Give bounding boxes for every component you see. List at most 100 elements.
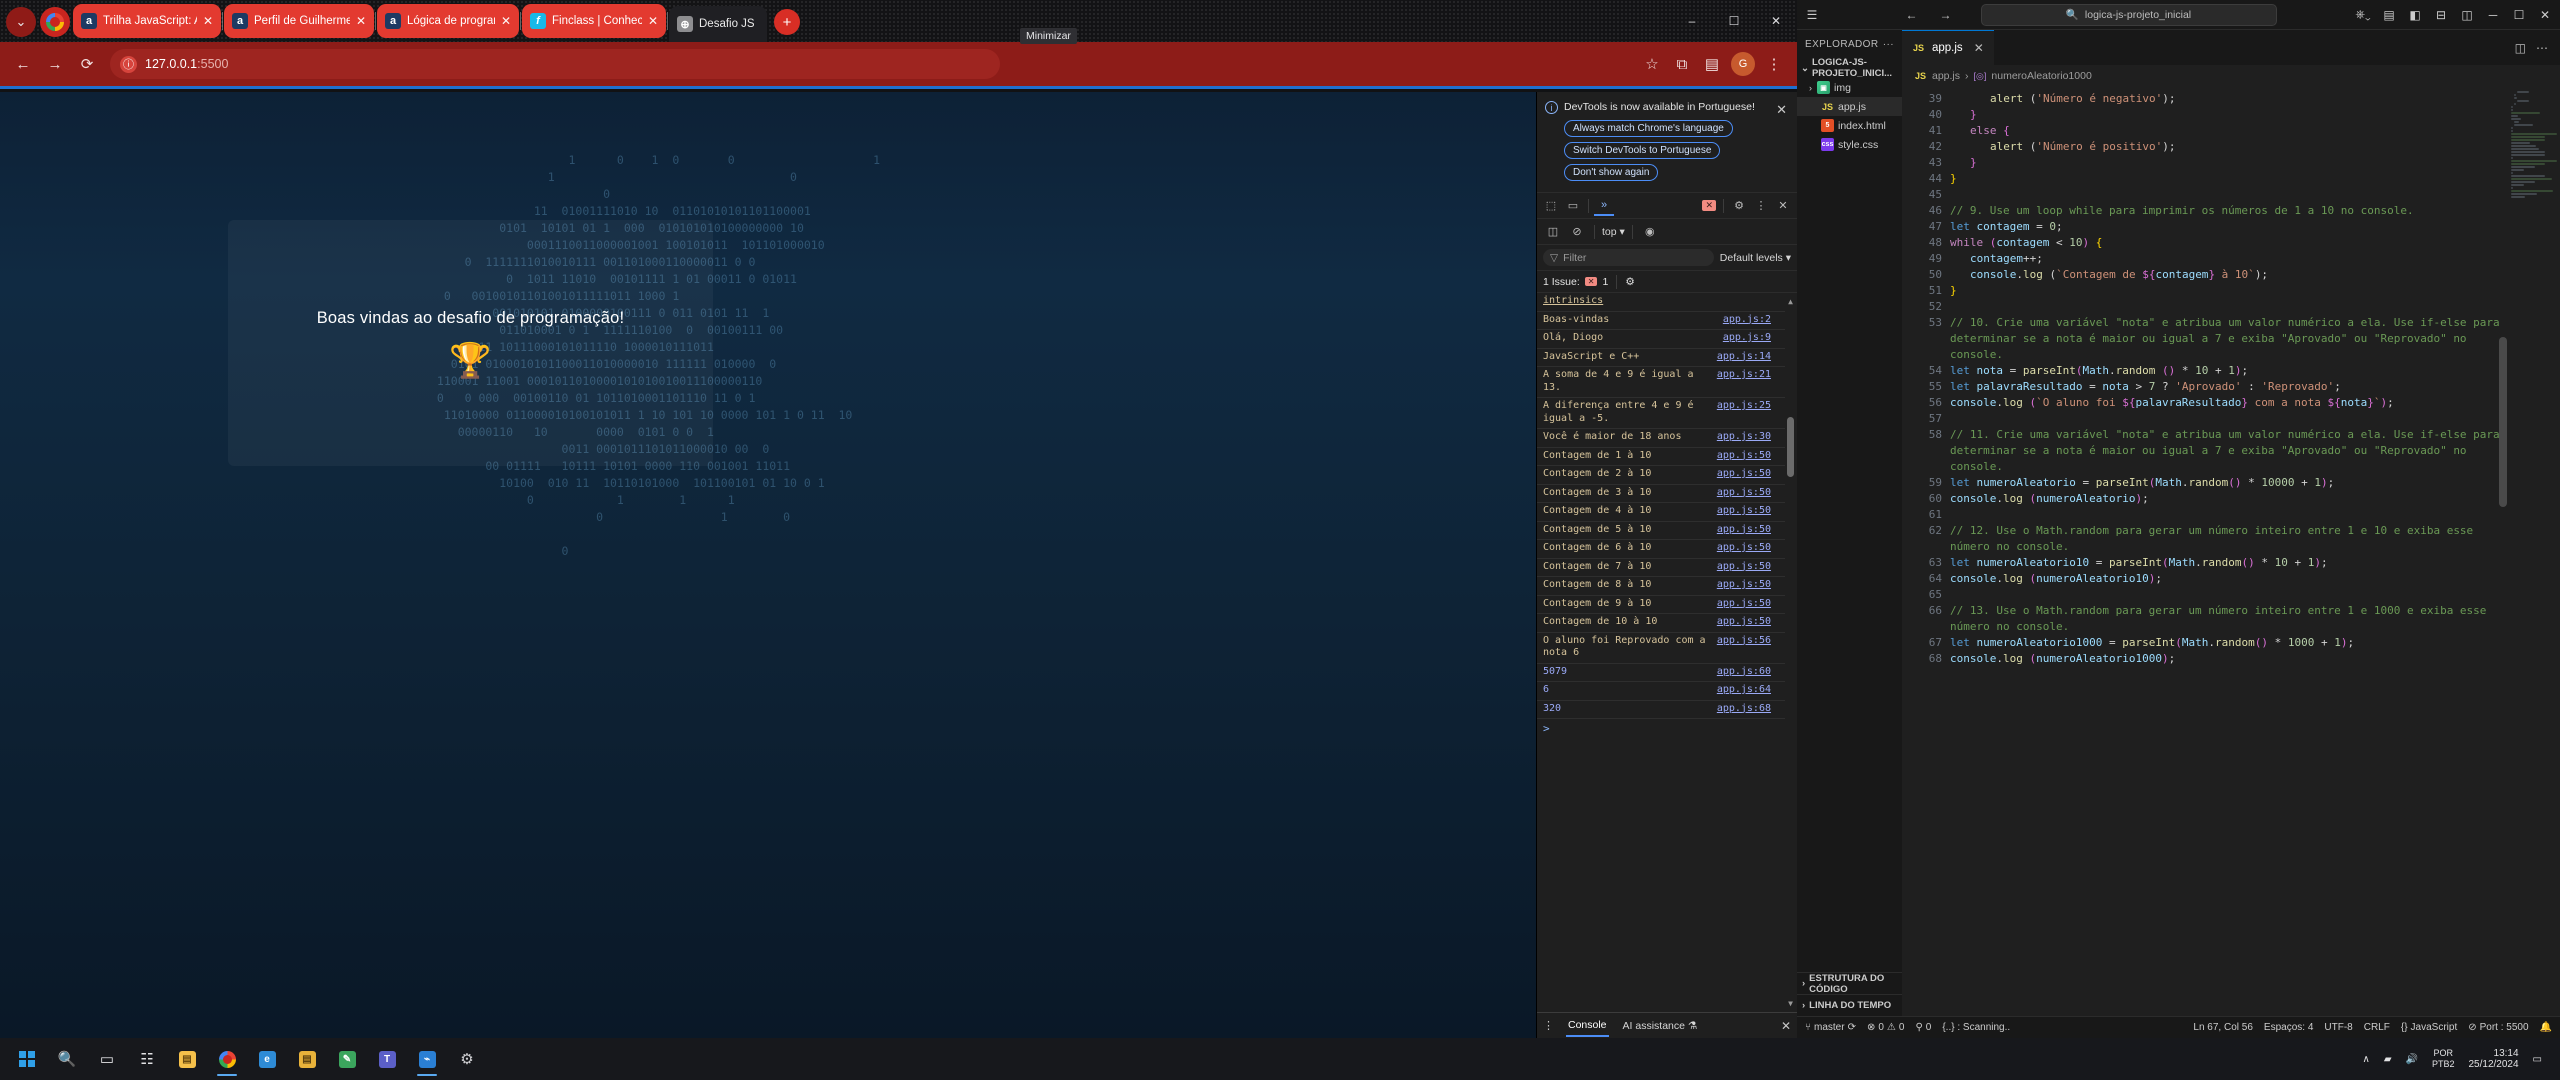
taskbar-vscode[interactable]: ⌁ — [408, 1041, 446, 1077]
tab-close-icon[interactable]: ✕ — [203, 14, 215, 28]
bookmark-star-icon[interactable]: ☆ — [1637, 49, 1667, 79]
tab-close-icon[interactable]: ✕ — [356, 14, 368, 28]
code-line-66[interactable]: // 13. Use o Math.random para gerar um n… — [1950, 603, 2504, 635]
breadcrumb-symbol[interactable]: numeroAleatorio1000 — [1991, 70, 2091, 82]
code-line-58[interactable]: // 11. Crie uma variável "nota" e atribu… — [1950, 427, 2504, 475]
drawer-tab-console[interactable]: Console — [1566, 1015, 1609, 1037]
status-live-server-port[interactable]: ⊘ Port : 5500 — [2468, 1022, 2528, 1033]
tree-item-app-js[interactable]: JS app.js — [1797, 97, 1902, 116]
reload-icon[interactable]: ⟳ — [72, 49, 102, 79]
status-branch[interactable]: ⑂ master ⟳ — [1805, 1022, 1856, 1033]
code-line-41[interactable]: else { — [1950, 123, 2504, 139]
console-message-source[interactable]: app.js:50 — [1717, 450, 1771, 463]
status-scanning[interactable]: {..} : Scanning.. — [1942, 1022, 2010, 1033]
code-line-39[interactable]: alert ('Número é negativo'); — [1950, 91, 2504, 107]
status-indentation[interactable]: Espaços: 4 — [2264, 1022, 2313, 1033]
console-message[interactable]: Contagem de 3 à 10 app.js:50 — [1537, 485, 1785, 503]
code-line-65[interactable] — [1950, 587, 2504, 603]
tray-network-icon[interactable]: ▰ — [2384, 1054, 2392, 1065]
breadcrumb-file[interactable]: app.js — [1932, 70, 1960, 82]
console-message-source[interactable]: app.js:50 — [1717, 598, 1771, 611]
console-message[interactable]: 6 app.js:64 — [1537, 682, 1785, 701]
code-line-42[interactable]: alert ('Número é positivo'); — [1950, 139, 2504, 155]
split-screen-icon[interactable]: ▤ — [1697, 49, 1727, 79]
clear-console-icon[interactable]: ⊘ — [1567, 222, 1587, 242]
chevron-right-icon[interactable]: › — [1809, 83, 1812, 93]
extensions-icon[interactable]: ⧉ — [1667, 49, 1697, 79]
console-message[interactable]: Você é maior de 18 anos app.js:30 — [1537, 429, 1785, 448]
console-message[interactable]: Contagem de 10 à 10 app.js:50 — [1537, 614, 1785, 633]
command-center-search[interactable]: 🔍 logica-js-projeto_inicial — [1980, 3, 2277, 26]
site-info-icon[interactable]: ⓘ — [120, 55, 137, 73]
editor-scrollbar[interactable] — [2498, 87, 2508, 1016]
console-message-source[interactable]: app.js:60 — [1717, 666, 1771, 679]
console-message[interactable]: JavaScript e C++ app.js:14 — [1537, 349, 1785, 367]
tree-item-style-css[interactable]: css style.css — [1797, 135, 1902, 154]
taskbar-edge[interactable]: e — [248, 1041, 286, 1077]
panel-left-icon[interactable]: ◧ — [2402, 3, 2428, 27]
file-explorer-icon[interactable]: ▤ — [168, 1041, 206, 1077]
back-icon[interactable]: ← — [8, 49, 38, 79]
code-line-54[interactable]: let nota = parseInt(Math.random () * 10 … — [1950, 363, 2504, 379]
code-line-46[interactable]: // 9. Use um loop while para imprimir os… — [1950, 203, 2504, 219]
console-message[interactable]: Boas-vindas app.js:2 — [1537, 312, 1785, 330]
code-line-45[interactable] — [1950, 187, 2504, 203]
status-problems[interactable]: ⊗ 0 ⚠ 0 — [1867, 1022, 1904, 1033]
console-message[interactable]: Contagem de 6 à 10 app.js:50 — [1537, 540, 1785, 559]
code-line-68[interactable]: console.log (numeroAleatorio1000); — [1950, 651, 2504, 667]
section-linha-do-tempo[interactable]: › LINHA DO TEMPO — [1797, 994, 1902, 1016]
code-line-55[interactable]: let palavraResultado = nota > 7 ? 'Aprov… — [1950, 379, 2504, 395]
scroll-down-arrow[interactable]: ▼ — [1786, 999, 1795, 1008]
tray-volume-icon[interactable]: 🔊 — [2406, 1054, 2418, 1065]
more-actions-icon[interactable]: ⋯ — [2536, 41, 2548, 55]
code-line-61[interactable] — [1950, 507, 2504, 523]
filter-input[interactable]: ▽ Filter — [1543, 249, 1714, 266]
status-cursor-position[interactable]: Ln 67, Col 56 — [2193, 1022, 2253, 1033]
editor-tab-close-icon[interactable]: ✕ — [1974, 41, 1984, 55]
address-bar[interactable]: ⓘ 127.0.0.1:5500 — [110, 49, 1000, 79]
panel-bottom-icon[interactable]: ⊟ — [2428, 3, 2454, 27]
tray-language[interactable]: POR PTB2 — [2432, 1048, 2455, 1070]
vscode-maximize-button[interactable]: ☐ — [2506, 3, 2532, 27]
inspect-element-icon[interactable]: ⬚ — [1541, 196, 1561, 216]
code-line-40[interactable]: } — [1950, 107, 2504, 123]
browser-tab-4[interactable]: ⊕ Desafio JS — [669, 6, 767, 42]
taskbar-teams[interactable]: T — [368, 1041, 406, 1077]
status-language-mode[interactable]: {} JavaScript — [2401, 1022, 2457, 1033]
code-line-53[interactable]: // 10. Crie uma variável "nota" e atribu… — [1950, 315, 2504, 363]
chrome-minimize-button[interactable]: – — [1671, 0, 1713, 42]
customize-layout-icon[interactable]: ▤ — [2376, 3, 2402, 27]
console-message-source[interactable]: app.js:50 — [1717, 561, 1771, 574]
taskbar-chrome[interactable] — [208, 1041, 246, 1077]
chrome-close-button[interactable]: ✕ — [1755, 0, 1797, 42]
code-line-57[interactable] — [1950, 411, 2504, 427]
code-line-50[interactable]: console.log (`Contagem de ${contagem} à … — [1950, 267, 2504, 283]
scrollbar-thumb[interactable] — [2499, 337, 2507, 507]
console-message-source[interactable]: app.js:56 — [1717, 635, 1771, 660]
vscode-back-icon[interactable]: ← — [1899, 3, 1925, 27]
hamburger-icon[interactable]: ☰ — [1799, 3, 1825, 27]
code-line-44[interactable]: } — [1950, 171, 2504, 187]
console-message-source[interactable]: app.js:50 — [1717, 542, 1771, 555]
vscode-close-button[interactable]: ✕ — [2532, 3, 2558, 27]
browser-tab-2[interactable]: a Lógica de programação: mergu ✕ — [377, 4, 519, 38]
code-line-49[interactable]: contagem++; — [1950, 251, 2504, 267]
forward-icon[interactable]: → — [40, 49, 70, 79]
code-editor[interactable]: 39 40 41 42 43 44 45 46 47 48 49 50 51 52 53 54 55 56 57 58… — [1902, 87, 2560, 1016]
devtools-close-icon[interactable]: ✕ — [1773, 196, 1793, 216]
status-encoding[interactable]: UTF-8 — [2324, 1022, 2352, 1033]
console-output[interactable]: intrinsics Boas-vindas app.js:2 Olá, Diogo a… — [1537, 293, 1797, 1012]
code-line-56[interactable]: console.log (`O aluno foi ${palavraResul… — [1950, 395, 2504, 411]
console-message[interactable]: Contagem de 2 à 10 app.js:50 — [1537, 466, 1785, 485]
editor-tab-app-js[interactable]: JS app.js ✕ — [1902, 30, 1994, 65]
error-badge[interactable]: ✕ — [1702, 200, 1716, 211]
console-message[interactable]: 5079 app.js:60 — [1537, 664, 1785, 682]
console-message-source[interactable]: app.js:50 — [1717, 505, 1771, 518]
status-eol[interactable]: CRLF — [2364, 1022, 2390, 1033]
code-line-63[interactable]: let numeroAleatorio10 = parseInt(Math.ra… — [1950, 555, 2504, 571]
console-message-source[interactable]: app.js:21 — [1717, 369, 1771, 394]
console-message[interactable]: O aluno foi Reprovado com a nota 6 app.js… — [1537, 633, 1785, 664]
tray-chevron-icon[interactable]: ∧ — [2362, 1054, 2369, 1065]
browser-tab-3[interactable]: f Finclass | Conhecimento é dinhe ✕ — [522, 4, 666, 38]
code-line-60[interactable]: console.log (numeroAleatorio); — [1950, 491, 2504, 507]
